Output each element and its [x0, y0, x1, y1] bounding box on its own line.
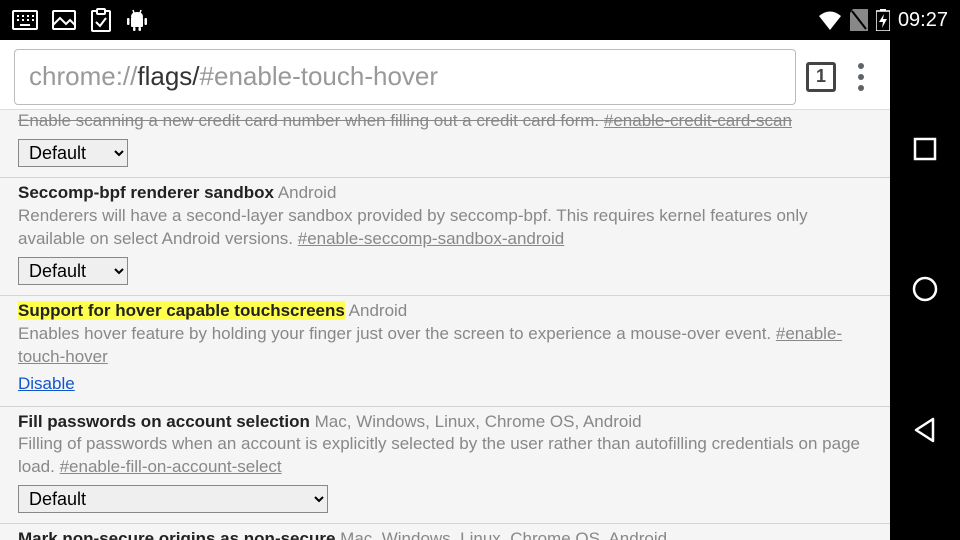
flag-platforms: Android [278, 183, 337, 202]
dot-icon [858, 74, 864, 80]
flag-anchor[interactable]: #enable-fill-on-account-select [60, 457, 282, 476]
back-button[interactable] [911, 416, 939, 444]
wifi-icon [818, 10, 842, 30]
clock-text: 09:27 [898, 9, 948, 32]
flag-item-seccomp: Seccomp-bpf renderer sandbox Android Ren… [0, 178, 890, 296]
android-status-bar: 09:27 [0, 0, 960, 40]
battery-icon [876, 9, 890, 31]
flag-platforms: Android [349, 301, 408, 320]
flag-item-credit-card-scan: Enable scanning a new credit card number… [0, 110, 890, 178]
flag-title: Mark non-secure origins as non-secure [18, 529, 335, 540]
flag-title: Support for hover capable touchscreens [18, 301, 345, 320]
status-left-icons [12, 8, 148, 32]
url-scheme: chrome:// [29, 61, 137, 92]
tab-count-label: 1 [816, 66, 826, 87]
dot-icon [858, 85, 864, 91]
flag-disable-link[interactable]: Disable [18, 373, 75, 396]
flag-title: Seccomp-bpf renderer sandbox [18, 183, 274, 202]
flag-select[interactable]: Default [18, 257, 128, 285]
flag-select[interactable]: Default [18, 485, 328, 513]
flags-page-content[interactable]: Enable scanning a new credit card number… [0, 110, 890, 540]
android-nav-bar [890, 40, 960, 540]
url-fragment: #enable-touch-hover [200, 61, 439, 92]
flag-anchor[interactable]: #enable-credit-card-scan [604, 111, 792, 130]
flag-platforms: Mac, Windows, Linux, Chrome OS, Android [340, 529, 667, 540]
image-icon [52, 10, 76, 30]
recents-button[interactable] [912, 136, 938, 162]
url-host: flags/ [137, 61, 199, 92]
dot-icon [858, 63, 864, 69]
flag-description: Enables hover feature by holding your fi… [18, 323, 872, 369]
flag-select[interactable]: Default [18, 139, 128, 167]
home-button[interactable] [910, 274, 940, 304]
omnibox[interactable]: chrome://flags/#enable-touch-hover [14, 49, 796, 105]
flag-platforms: Mac, Windows, Linux, Chrome OS, Android [315, 412, 642, 431]
toolbar: chrome://flags/#enable-touch-hover 1 [0, 40, 890, 110]
flag-description: Enable scanning a new credit card number… [18, 110, 872, 133]
flag-title: Fill passwords on account selection [18, 412, 310, 431]
overflow-menu-button[interactable] [846, 63, 876, 91]
flag-item-non-secure: Mark non-secure origins as non-secure Ma… [0, 524, 890, 540]
flag-description: Renderers will have a second-layer sandb… [18, 205, 872, 251]
flag-item-touch-hover: Support for hover capable touchscreens A… [0, 296, 890, 407]
android-icon [126, 9, 148, 31]
status-right-icons: 09:27 [818, 9, 948, 32]
tab-switcher-button[interactable]: 1 [806, 62, 836, 92]
flag-description: Filling of passwords when an account is … [18, 433, 872, 479]
keyboard-icon [12, 10, 38, 30]
flag-anchor[interactable]: #enable-seccomp-sandbox-android [298, 229, 565, 248]
no-sim-icon [850, 9, 868, 31]
clipboard-icon [90, 8, 112, 32]
flag-item-fill-passwords: Fill passwords on account selection Mac,… [0, 407, 890, 525]
chrome-viewport: chrome://flags/#enable-touch-hover 1 Ena… [0, 40, 890, 540]
